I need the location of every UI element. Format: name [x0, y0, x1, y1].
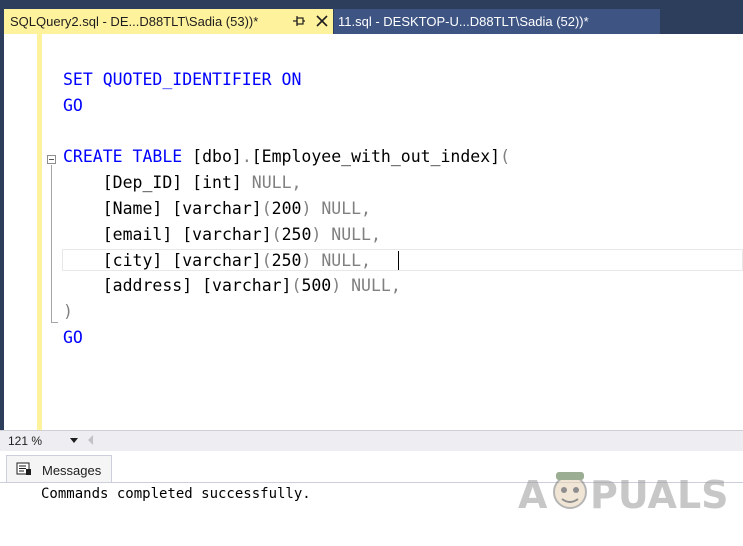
zoom-dropdown[interactable]: 121 % [4, 432, 82, 450]
close-icon[interactable] [315, 13, 329, 29]
code-line[interactable]: [city] [varchar](250) NULL, [63, 250, 371, 272]
code-line[interactable]: [address] [varchar](500) NULL, [63, 275, 401, 297]
code-token: ( [500, 147, 511, 166]
document-tab-strip: SQLQuery2.sql - DE...D88TLT\Sadia (53))*… [0, 0, 743, 34]
editor-status-bar: 121 % [0, 430, 743, 451]
code-token: ) NULL, [301, 251, 371, 270]
code-token: 250 [281, 225, 312, 244]
result-message: Commands completed successfully. [41, 486, 311, 502]
code-token: [email] [varchar] [102, 225, 272, 244]
code-line[interactable]: ) [63, 301, 73, 323]
chevron-down-icon [70, 438, 78, 443]
appuals-logo: A PUALS [518, 472, 728, 517]
tab-messages[interactable]: Messages [6, 455, 112, 483]
messages-icon [16, 462, 31, 475]
code-token: [address] [varchar] [102, 276, 292, 295]
tab-sqlquery2[interactable]: SQLQuery2.sql - DE...D88TLT\Sadia (53))* [4, 9, 333, 34]
code-token: NULL, [251, 173, 302, 192]
code-line[interactable]: CREATE TABLE [dbo].[Employee_with_out_in… [63, 146, 510, 168]
code-token: GO [63, 328, 83, 347]
code-token: 200 [271, 199, 302, 218]
code-token: . [241, 147, 252, 166]
code-token: ( [291, 276, 302, 295]
change-tracking-margin [37, 34, 42, 430]
code-line[interactable]: [Dep_ID] [int] NULL, [63, 172, 302, 194]
svg-text:PUALS: PUALS [590, 473, 728, 517]
tab-11-sql[interactable]: 11.sql - DESKTOP-U...D88TLT\Sadia (52))* [334, 9, 660, 34]
code-token: 500 [301, 276, 332, 295]
code-line[interactable]: [Name] [varchar](200) NULL, [63, 198, 371, 220]
outline-guide-end [51, 322, 58, 323]
code-token: ( [271, 225, 282, 244]
code-token: ) NULL, [301, 199, 371, 218]
tab-label: 11.sql - DESKTOP-U...D88TLT\Sadia (52))* [338, 14, 589, 29]
tab-label: SQLQuery2.sql - DE...D88TLT\Sadia (53))* [10, 14, 259, 29]
code-token: SET QUOTED_IDENTIFIER ON [63, 70, 302, 89]
code-token: ( [261, 251, 272, 270]
code-line[interactable]: [email] [varchar](250) NULL, [63, 224, 381, 246]
code-token: GO [63, 96, 83, 115]
code-token: ( [261, 199, 272, 218]
outline-guide [51, 165, 52, 323]
query-editor[interactable]: SET QUOTED_IDENTIFIER ON GO CREATE TABLE [… [0, 34, 743, 430]
collapse-icon[interactable] [47, 155, 56, 164]
zoom-level: 121 % [8, 434, 43, 448]
code-token: [Dep_ID] [int] [102, 173, 252, 192]
scroll-left-icon[interactable] [88, 435, 93, 445]
code-line[interactable]: SET QUOTED_IDENTIFIER ON [63, 69, 301, 91]
code-token: CREATE TABLE [63, 147, 193, 166]
svg-text:A: A [518, 473, 548, 517]
code-token: [dbo] [192, 147, 242, 166]
tab-label: Messages [42, 463, 102, 478]
code-line[interactable]: GO [63, 327, 83, 349]
code-token: 250 [271, 251, 302, 270]
code-token: [Employee_with_out_index] [251, 147, 501, 166]
code-token: [Name] [varchar] [102, 199, 262, 218]
code-token: ) NULL, [311, 225, 381, 244]
editor-left-strip [0, 34, 4, 430]
pin-icon[interactable] [292, 13, 306, 29]
text-caret [398, 251, 399, 270]
code-token: [city] [varchar] [102, 251, 262, 270]
code-line[interactable]: GO [63, 95, 83, 117]
code-token: ) [63, 302, 73, 321]
code-token: ) NULL, [331, 276, 401, 295]
